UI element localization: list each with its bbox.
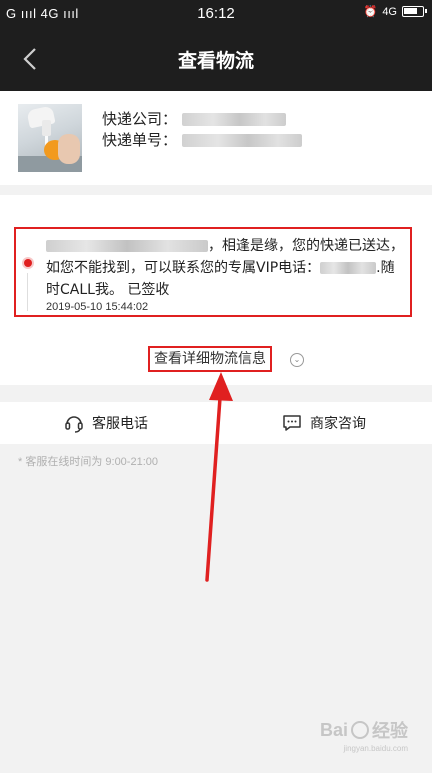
annotation-arrow: [205, 372, 233, 582]
baidu-paw-icon: [351, 721, 369, 739]
watermark-brand: Bai: [319, 719, 348, 740]
watermark-suffix: 经验: [372, 721, 408, 741]
watermark-url: jingyan.baidu.com: [343, 744, 408, 753]
baidu-watermark: Bai 经验 jingyan.baidu.com: [319, 717, 408, 754]
